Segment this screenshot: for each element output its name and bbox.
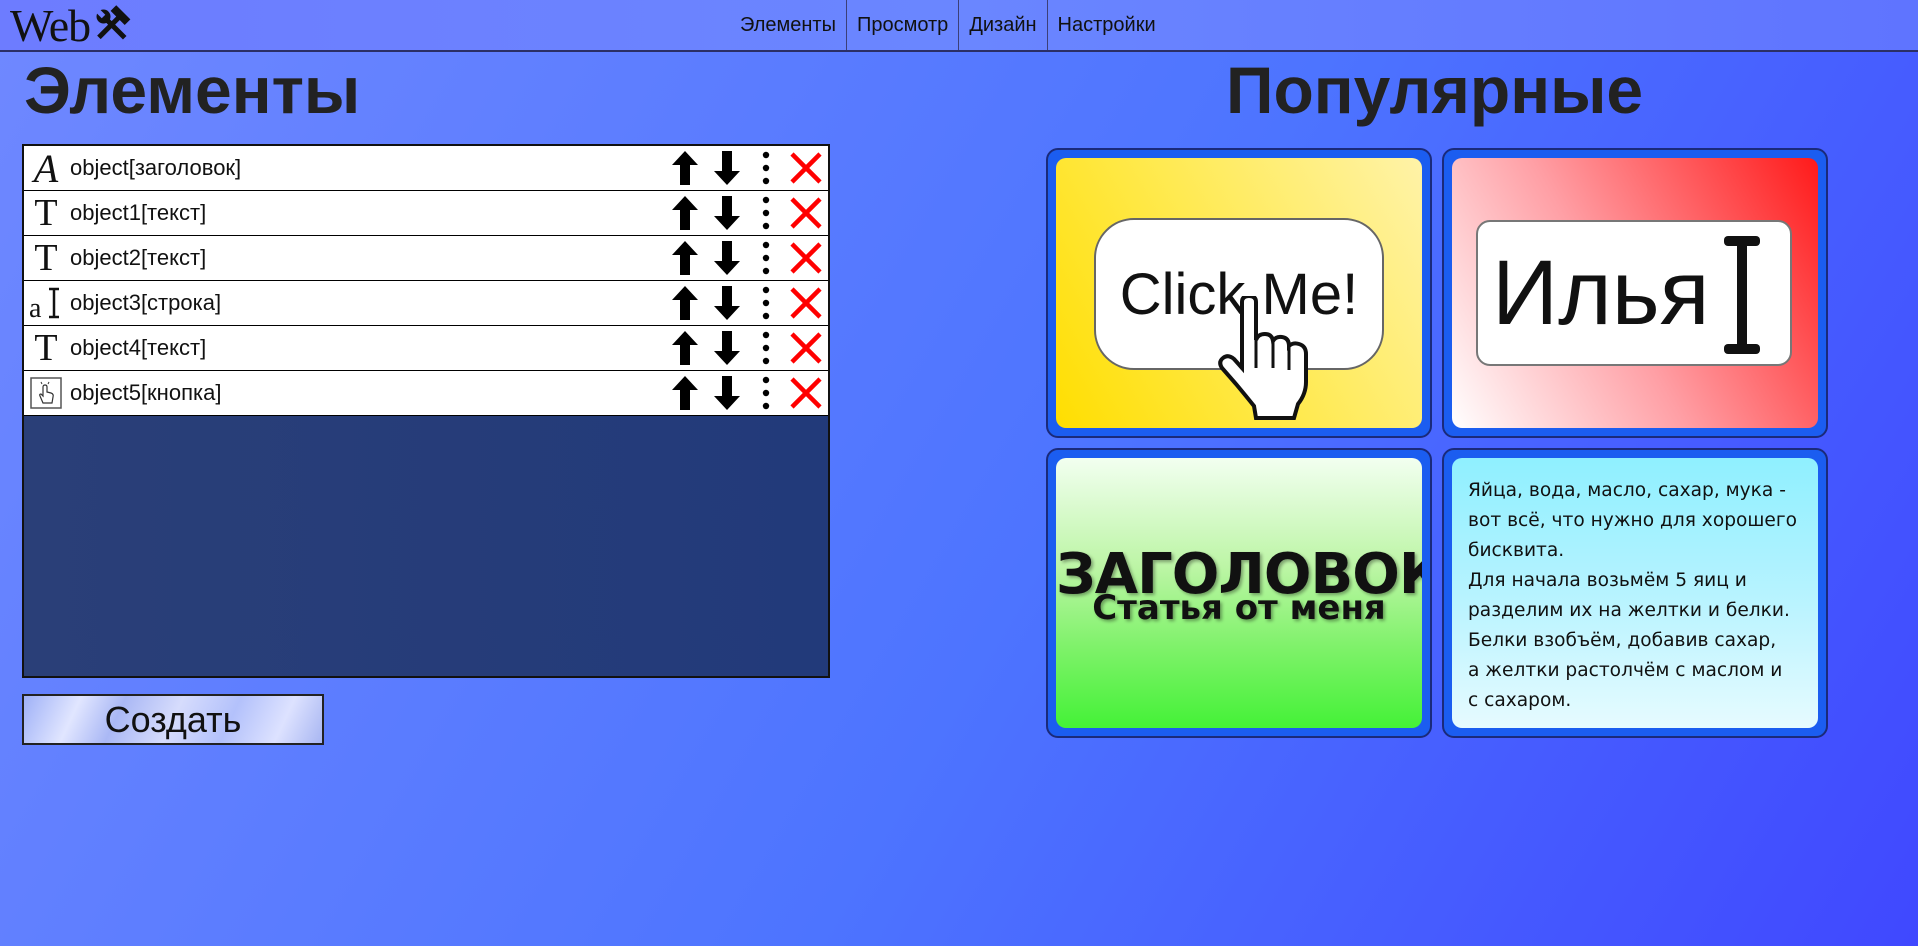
nav-design[interactable]: Дизайн: [959, 0, 1048, 50]
card-preview: Илья: [1452, 158, 1818, 428]
list-item-label: object5[кнопка]: [70, 380, 222, 405]
list-item-label: object2[текст]: [70, 245, 207, 270]
list-item[interactable]: A object[заголовок]: [24, 146, 828, 191]
arrow-down-icon[interactable]: [706, 146, 748, 190]
list-item[interactable]: T object1[текст]: [24, 191, 828, 236]
sample-text-line: вот всё, что нужно для хорошего: [1468, 510, 1797, 531]
list-item-label: object1[текст]: [70, 200, 207, 225]
logo-text: Web: [10, 0, 91, 51]
nav-preview[interactable]: Просмотр: [847, 0, 960, 50]
main-nav: Элементы Просмотр Дизайн Настройки: [730, 0, 1166, 50]
delete-icon[interactable]: [784, 146, 828, 190]
arrow-down-icon[interactable]: [706, 281, 748, 325]
more-vertical-icon[interactable]: [748, 191, 784, 235]
elements-title: Элементы: [24, 53, 361, 127]
card-preview: Яйца, вода, масло, сахар, мука - вот всё…: [1452, 458, 1818, 728]
sample-text: Яйца, вода, масло, сахар, мука - вот всё…: [1468, 476, 1810, 716]
svg-text:a: a: [29, 293, 42, 321]
list-item[interactable]: T object2[текст]: [24, 236, 828, 281]
more-vertical-icon[interactable]: [748, 281, 784, 325]
template-card-text[interactable]: Яйца, вода, масло, сахар, мука - вот всё…: [1442, 448, 1828, 738]
card-preview: Click Me!: [1056, 158, 1422, 428]
template-card-button[interactable]: Click Me!: [1046, 148, 1432, 438]
sample-text-line: Белки взобъём, добавив сахар,: [1468, 630, 1777, 651]
sample-text-line: Для начала возьмём 5 яиц и: [1468, 570, 1747, 591]
list-item[interactable]: T object4[текст]: [24, 326, 828, 371]
nav-elements[interactable]: Элементы: [730, 0, 847, 50]
more-vertical-icon[interactable]: [748, 146, 784, 190]
template-card-heading[interactable]: ЗАГОЛОВОК Статья от меня: [1046, 448, 1432, 738]
text-icon: T: [34, 192, 58, 234]
elements-list: A object[заголовок] T object1[текст] T o…: [22, 144, 830, 678]
sample-text-line: а желтки растолчём с маслом и: [1468, 660, 1783, 681]
arrow-up-icon[interactable]: [664, 146, 706, 190]
template-card-input[interactable]: Илья: [1442, 148, 1828, 438]
button-icon: [28, 371, 64, 415]
list-item-label: object[заголовок]: [70, 155, 242, 180]
delete-icon[interactable]: [784, 326, 828, 370]
delete-icon[interactable]: [784, 281, 828, 325]
list-item[interactable]: a object3[строка]: [24, 281, 828, 326]
sample-input-value: Илья: [1492, 242, 1710, 344]
arrow-down-icon[interactable]: [706, 236, 748, 280]
text-icon: T: [34, 237, 58, 279]
sample-input: Илья: [1476, 220, 1792, 366]
logo[interactable]: Web: [10, 0, 134, 51]
nav-settings[interactable]: Настройки: [1048, 0, 1166, 50]
list-item[interactable]: object5[кнопка]: [24, 371, 828, 416]
tools-icon: [96, 5, 131, 40]
input-line-icon: a: [28, 281, 64, 325]
popular-title: Популярные: [1226, 53, 1644, 127]
arrow-up-icon[interactable]: [664, 191, 706, 235]
delete-icon[interactable]: [784, 236, 828, 280]
text-icon: T: [34, 327, 58, 369]
sample-heading-subtitle: Статья от меня: [1092, 588, 1386, 628]
more-vertical-icon[interactable]: [748, 326, 784, 370]
arrow-up-icon[interactable]: [664, 281, 706, 325]
create-button[interactable]: Создать: [22, 694, 324, 745]
text-cursor-icon: [1724, 236, 1760, 354]
list-item-label: object4[текст]: [70, 335, 207, 360]
sample-text-line: Яйца, вода, масло, сахар, мука -: [1468, 480, 1786, 501]
list-item-label: object3[строка]: [70, 290, 222, 315]
delete-icon[interactable]: [784, 371, 828, 415]
arrow-down-icon[interactable]: [706, 326, 748, 370]
sample-text-line: с сахаром.: [1468, 690, 1572, 711]
card-preview: ЗАГОЛОВОК Статья от меня: [1056, 458, 1422, 728]
arrow-down-icon[interactable]: [706, 191, 748, 235]
hand-cursor-icon: [1218, 296, 1308, 420]
sample-text-line: разделим их на желтки и белки.: [1468, 600, 1790, 621]
delete-icon[interactable]: [784, 191, 828, 235]
arrow-up-icon[interactable]: [664, 371, 706, 415]
more-vertical-icon[interactable]: [748, 371, 784, 415]
top-bar: Web Элементы Просмотр Дизайн Настройки: [0, 0, 1918, 52]
arrow-down-icon[interactable]: [706, 371, 748, 415]
more-vertical-icon[interactable]: [748, 236, 784, 280]
sample-text-line: бисквита.: [1468, 540, 1565, 561]
heading-icon: A: [33, 145, 59, 191]
arrow-up-icon[interactable]: [664, 236, 706, 280]
arrow-up-icon[interactable]: [664, 326, 706, 370]
